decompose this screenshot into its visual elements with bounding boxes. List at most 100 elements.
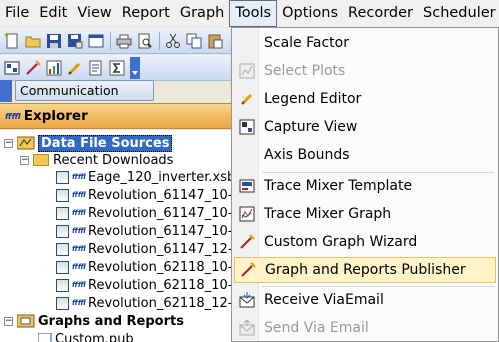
folder-icon: [33, 154, 49, 166]
new-icon[interactable]: [2, 31, 21, 50]
tree-file-item[interactable]: ffffl Revolution_61147_12-06: [56, 240, 249, 258]
copy-icon[interactable]: [184, 31, 203, 50]
recent-downloads-label: Recent Downloads: [53, 152, 174, 168]
menu-tools[interactable]: Tools: [229, 0, 278, 27]
menu-item-select-plots[interactable]: Select Plots: [234, 58, 496, 84]
menu-item-label: Capture View: [264, 119, 358, 135]
print-preview-icon[interactable]: [135, 31, 154, 50]
toolbar-separator: [110, 31, 111, 50]
print-icon[interactable]: [114, 31, 133, 50]
menu-recorder[interactable]: Recorder: [343, 0, 418, 27]
standard-toolbar: [0, 28, 235, 54]
file-label: Revolution_62118_12-06: [88, 295, 249, 311]
edit-doc-icon[interactable]: [86, 58, 105, 77]
menu-bar: File Edit View Report Graph Tools Option…: [0, 0, 499, 27]
menu-options[interactable]: Options: [277, 0, 343, 27]
explorer-tree: − Data File Sources − Recent Downloads f…: [0, 130, 249, 342]
menu-item-trace-mixer-graph[interactable]: Trace Mixer Graph: [234, 201, 496, 227]
menu-item-axis-bounds[interactable]: Axis Bounds: [234, 142, 496, 168]
collapse-icon[interactable]: −: [4, 138, 13, 148]
menu-item-send-via-email[interactable]: Send Via Email: [234, 315, 496, 341]
tree-file-item[interactable]: ffffl Revolution_61147_10-20: [56, 222, 249, 240]
menu-item-label: Send Via Email: [264, 320, 369, 336]
file-checkbox[interactable]: [56, 242, 69, 256]
explorer-header: ffffl Explorer: [0, 103, 235, 129]
menu-item-label: Custom Graph Wizard: [264, 234, 418, 250]
tree-file-item[interactable]: ffffl Eage_120_inverter.xsb: [56, 168, 235, 186]
menu-item-graph-and-reports-publisher[interactable]: Graph and Reports Publisher: [234, 257, 496, 283]
capture-icon[interactable]: [2, 58, 21, 77]
window-icon[interactable]: [86, 31, 105, 50]
menu-scheduler[interactable]: Scheduler: [418, 0, 499, 27]
menu-report[interactable]: Report: [117, 0, 175, 27]
file-checkbox[interactable]: [56, 170, 69, 184]
tree-item-custom-pub[interactable]: Custom.pub: [37, 330, 134, 342]
ffffl-file-icon: ffffl: [72, 263, 86, 271]
tools-dropdown-menu: Scale Factor Select Plots Legend Editor …: [231, 27, 499, 342]
ffffl-file-icon: ffffl: [72, 191, 86, 199]
ffffl-file-icon: ffffl: [72, 173, 86, 181]
menu-view[interactable]: View: [72, 0, 116, 27]
tree-file-item[interactable]: ffffl Revolution_62118_12-06: [56, 294, 249, 312]
ffffl-logo-icon: ffffl: [5, 111, 21, 121]
blank-icon: [237, 145, 257, 165]
custom-pub-label: Custom.pub: [55, 331, 134, 342]
menu-item-label: Trace Mixer Template: [264, 178, 413, 194]
file-label: Revolution_61147_12-06: [88, 241, 249, 257]
blank-icon: [237, 33, 257, 53]
menu-file[interactable]: File: [0, 0, 34, 27]
wand-icon: [237, 232, 257, 252]
file-label: Revolution_61147_10-20: [88, 187, 249, 203]
menu-edit[interactable]: Edit: [34, 0, 72, 27]
menu-graph[interactable]: Graph: [175, 0, 229, 27]
file-checkbox[interactable]: [56, 278, 69, 292]
tree-node-data-file-sources[interactable]: − Data File Sources: [4, 134, 173, 152]
menu-item-receive-via-email[interactable]: Receive ViaEmail: [234, 287, 496, 313]
menu-item-legend-editor[interactable]: Legend Editor: [234, 86, 496, 112]
graphs-and-reports-label: Graphs and Reports: [38, 313, 184, 329]
pencil-icon[interactable]: [65, 58, 84, 77]
tree-node-graphs-and-reports[interactable]: − Graphs and Reports: [4, 312, 184, 330]
communication-group-button[interactable]: Communication Group: [15, 80, 154, 117]
toolbar-overflow-chevron[interactable]: [130, 56, 140, 79]
trace-mixer-graph-icon: [237, 204, 257, 224]
file-checkbox[interactable]: [56, 224, 69, 238]
collapse-icon[interactable]: −: [4, 316, 13, 326]
send-email-icon: [237, 318, 257, 338]
toolbar-separator: [159, 31, 160, 50]
file-checkbox[interactable]: [56, 260, 69, 274]
graphs-reports-icon: [16, 314, 35, 328]
tree-file-item[interactable]: ffffl Revolution_61147_10-20: [56, 204, 249, 222]
cut-icon[interactable]: [163, 31, 182, 50]
tree-file-item[interactable]: ffffl Revolution_61147_10-20: [56, 186, 249, 204]
menu-item-label: Scale Factor: [264, 35, 349, 51]
menu-item-label: Graph and Reports Publisher: [265, 262, 466, 278]
file-checkbox[interactable]: [56, 188, 69, 202]
collapse-icon[interactable]: −: [20, 155, 29, 165]
sigma-icon[interactable]: [107, 58, 126, 77]
file-checkbox[interactable]: [56, 206, 69, 220]
file-checkbox[interactable]: [56, 296, 69, 310]
save-as-icon[interactable]: [65, 31, 84, 50]
file-label: Revolution_61147_10-20: [88, 205, 249, 221]
graph-wizard-icon[interactable]: [23, 58, 42, 77]
menu-item-scale-factor[interactable]: Scale Factor: [234, 30, 496, 56]
receive-email-icon: [237, 290, 257, 310]
tree-file-item[interactable]: ffffl Revolution_62118_10-21: [56, 276, 249, 294]
menu-item-capture-view[interactable]: Capture View: [234, 114, 496, 140]
data-file-sources-label: Data File Sources: [38, 134, 173, 152]
open-icon[interactable]: [23, 31, 42, 50]
file-label: Revolution_62118_10-20: [88, 259, 249, 275]
menu-item-label: Legend Editor: [264, 91, 362, 107]
paste-icon[interactable]: [205, 31, 224, 50]
save-icon[interactable]: [44, 31, 63, 50]
tree-node-recent-downloads[interactable]: − Recent Downloads: [20, 151, 173, 169]
tree-file-item[interactable]: ffffl Revolution_62118_10-20: [56, 258, 249, 276]
menu-item-trace-mixer-template[interactable]: Trace Mixer Template: [234, 173, 496, 199]
ffffl-file-icon: ffffl: [72, 281, 86, 289]
graph-icon[interactable]: [44, 58, 63, 77]
toolbar-grip[interactable]: [0, 80, 12, 102]
ffffl-file-icon: ffffl: [72, 227, 86, 235]
menu-item-custom-graph-wizard[interactable]: Custom Graph Wizard: [234, 229, 496, 255]
data-sources-icon: [16, 136, 35, 150]
